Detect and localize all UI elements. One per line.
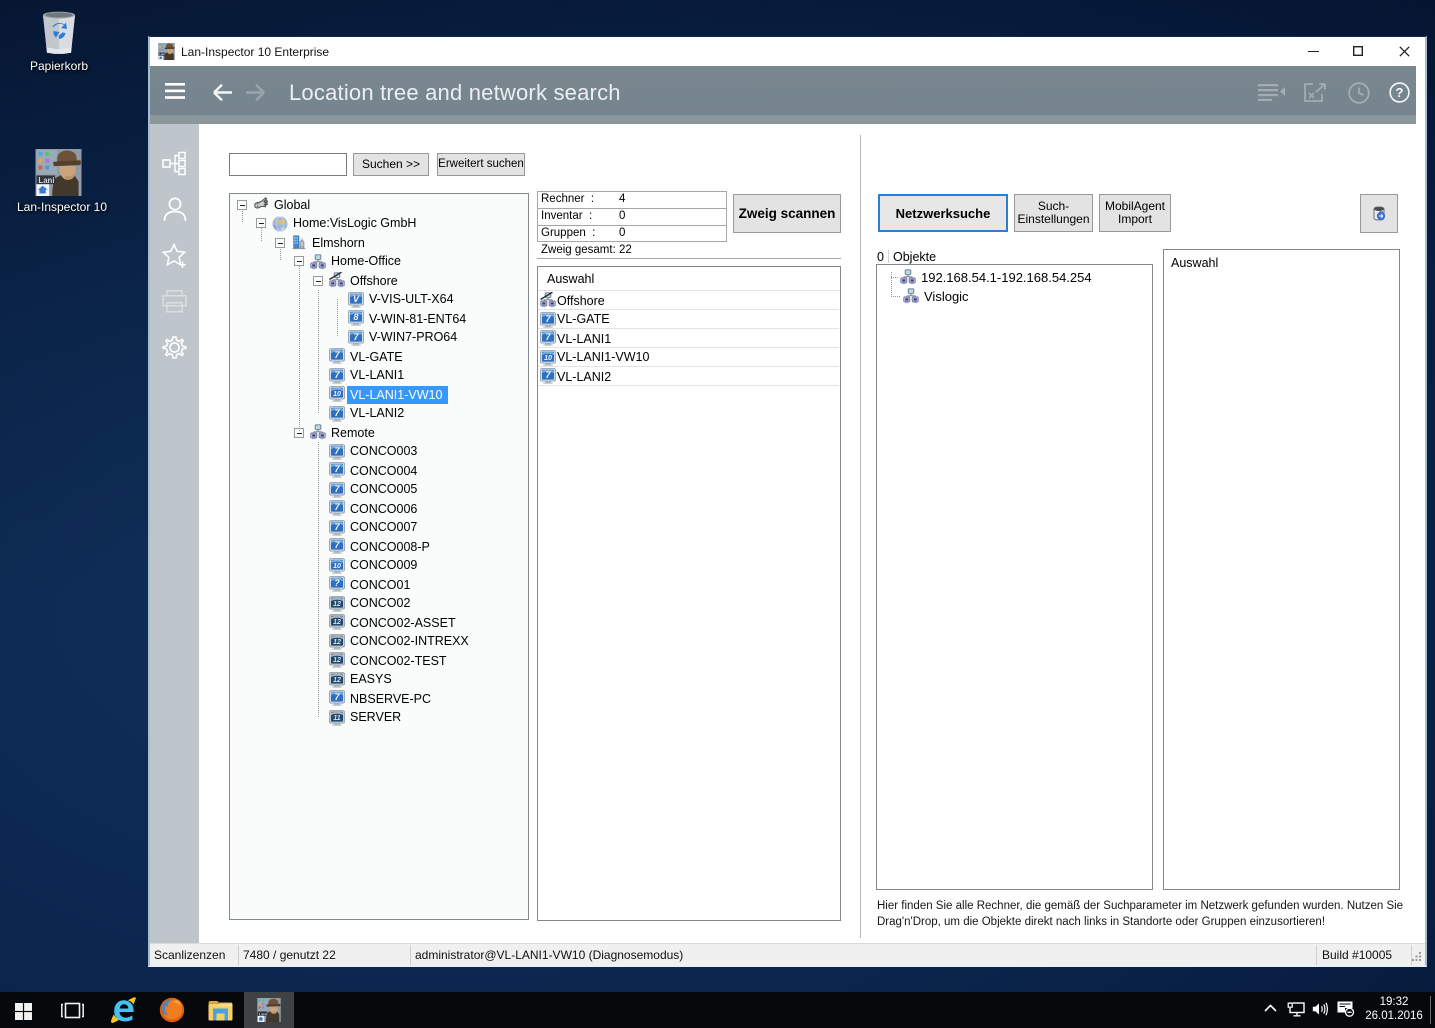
svg-text:10: 10	[544, 355, 552, 362]
svg-text:10: 10	[333, 563, 341, 570]
svg-text:?: ?	[334, 578, 340, 588]
svg-text:Lani: Lani	[259, 1011, 267, 1016]
svg-text:Lani: Lani	[38, 176, 54, 185]
svg-text:11: 11	[333, 715, 340, 722]
svg-text:8: 8	[353, 312, 358, 322]
svg-text:10: 10	[333, 391, 341, 398]
svg-text:12: 12	[333, 657, 341, 664]
svg-text:12: 12	[333, 619, 341, 626]
svg-text:Lani: Lani	[159, 52, 165, 56]
svg-text:12: 12	[333, 639, 341, 646]
svg-text:12: 12	[333, 677, 341, 684]
svg-text:?: ?	[1396, 85, 1404, 100]
svg-text:12: 12	[333, 601, 341, 608]
svg-text:V: V	[353, 294, 360, 304]
